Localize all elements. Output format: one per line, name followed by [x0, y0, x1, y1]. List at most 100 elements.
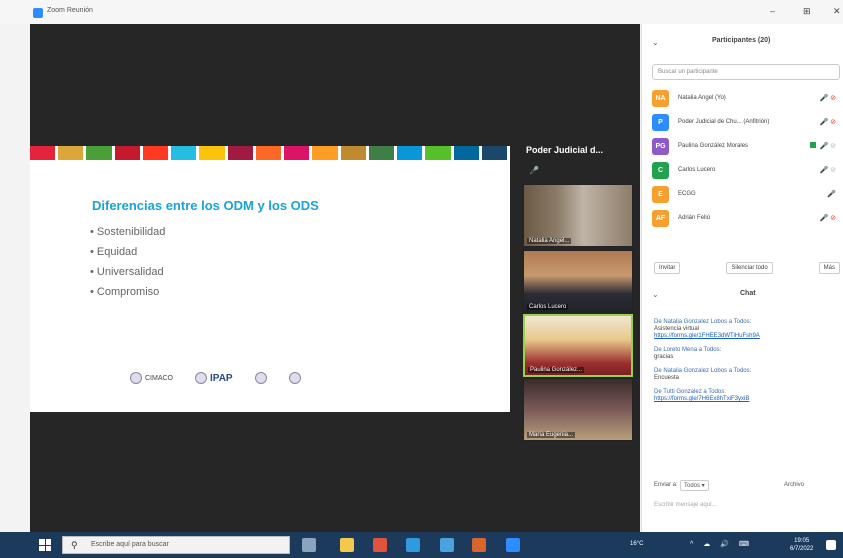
sdg-color-block	[171, 146, 197, 160]
task-view-icon[interactable]	[302, 538, 316, 552]
participant-row[interactable]: C Carlos Lucero 🎤 ⊘	[652, 160, 842, 184]
gallery-view-button[interactable]: ⊞	[803, 6, 811, 17]
message-text: gracias	[654, 354, 674, 360]
shared-screen-area: Diferencias entre los ODM y los ODS Sost…	[30, 24, 640, 532]
mic-muted-icon[interactable]: 🎤 ⊘	[819, 214, 836, 222]
participant-row[interactable]: AF Adrián Feliú 🎤 ⊘	[652, 208, 842, 232]
participant-row[interactable]: E ECGG 🎤	[652, 184, 842, 208]
chat-message: De Tutti Gonzalez a Todos: https://forms…	[654, 389, 834, 402]
mic-icon[interactable]: 🎤 ⊘	[810, 142, 836, 150]
sdg-color-block	[114, 146, 140, 160]
avatar: P	[652, 114, 669, 131]
zoom-window: Zoom Reunión – ⊞ ✕ Diferencias entre los…	[0, 0, 843, 558]
window-titlebar: Zoom Reunión – ⊞ ✕	[0, 0, 843, 24]
presentation-slide: Diferencias entre los ODM y los ODS Sost…	[30, 146, 510, 412]
collapse-chat-icon[interactable]: ⌄	[652, 290, 659, 299]
cimago-logo: CIMACO	[130, 372, 173, 384]
search-icon: ⚲	[71, 540, 78, 550]
message-text: Encuesta	[654, 375, 680, 381]
tile-label: Natalia Angel...	[527, 238, 572, 244]
minimize-button[interactable]: –	[770, 6, 775, 16]
sdg-color-strip	[30, 146, 510, 160]
system-tray-icons[interactable]: ^ ☁ 🔊 ⌨	[690, 540, 753, 548]
slide-bullet: Universalidad	[90, 262, 165, 282]
clock-time: 19:05	[794, 538, 810, 544]
participant-name: Paulina González Morales	[678, 143, 749, 149]
collapse-panel-icon[interactable]: ⌄	[652, 38, 659, 47]
participant-actions: Invitar Silenciar todo Más	[654, 262, 840, 274]
seal-icon	[254, 372, 267, 384]
mute-all-button[interactable]: Silenciar todo	[726, 262, 773, 274]
taskbar-search-input[interactable]: ⚲ Escribe aquí para buscar	[62, 536, 290, 554]
notification-icon[interactable]	[826, 540, 836, 550]
host-tile-name: Poder Judicial d...	[526, 145, 604, 155]
message-link[interactable]: https://forms.gle/1FHEE3dWTiHuFsh9A	[654, 333, 834, 339]
participant-name: Adrián Feliú	[678, 215, 711, 221]
org-logo	[254, 372, 267, 384]
side-panel: ⌄ Participantes (20) Buscar un participa…	[641, 24, 843, 532]
chrome-icon[interactable]	[373, 538, 387, 552]
mic-muted-icon[interactable]: 🎤 ⊘	[819, 94, 836, 102]
participant-video-tile[interactable]: Carlos Lucero	[523, 250, 633, 313]
edge-icon[interactable]	[406, 538, 420, 552]
participant-row[interactable]: PG Paulina González Morales 🎤 ⊘	[652, 136, 842, 160]
slide-bullet: Equidad	[90, 242, 165, 262]
message-link[interactable]: https://forms.gle/7H6Ex8hTxiF3yxiB	[654, 396, 834, 402]
participant-name: ECGG	[678, 191, 696, 197]
participant-video-tile[interactable]: Natalia Angel...	[523, 184, 633, 247]
tile-label: Paulina González...	[528, 367, 585, 373]
close-button[interactable]: ✕	[833, 6, 841, 17]
windows-taskbar: ⚲ Escribe aquí para buscar 16°C ^ ☁ 🔊 ⌨ …	[0, 532, 843, 558]
chat-message: De Natalia Gonzalez Lobos a Todos: Encue…	[654, 368, 834, 381]
send-to-label: Enviar a:	[654, 482, 678, 488]
avatar: PG	[652, 138, 669, 155]
sdg-color-block	[312, 146, 338, 160]
window-title: Zoom Reunión	[47, 7, 93, 14]
search-placeholder: Escribe aquí para buscar	[91, 541, 169, 548]
active-speaker-tile[interactable]: Paulina González...	[523, 314, 633, 377]
chat-message: De Loreto Mena a Todos: gracias	[654, 347, 834, 360]
tile-label: María Eugenia...	[527, 432, 576, 438]
zoom-taskbar-icon[interactable]	[506, 538, 520, 552]
participant-row[interactable]: NA Natalia Angel (Yo) 🎤 ⊘	[652, 88, 842, 112]
file-explorer-icon[interactable]	[340, 538, 354, 552]
participant-row[interactable]: P Poder Judicial de Chu... (Anfitrión) 🎤…	[652, 112, 842, 136]
participant-video-tile[interactable]: María Eugenia...	[523, 378, 633, 441]
file-button[interactable]: Archivo	[784, 482, 804, 488]
invite-button[interactable]: Invitar	[654, 262, 681, 274]
store-icon[interactable]	[440, 538, 454, 552]
sdg-color-block	[86, 146, 112, 160]
windows-start-icon[interactable]	[39, 539, 51, 551]
logo-text: CIMACO	[145, 374, 173, 382]
message-sender: De Tutti Gonzalez a Todos:	[654, 389, 726, 395]
avatar: E	[652, 186, 669, 203]
weather-widget[interactable]: 16°C	[630, 541, 643, 547]
clock-date: 6/7/2022	[790, 546, 814, 552]
mic-icon[interactable]: 🎤 ⊘	[819, 166, 836, 174]
slide-bullet: Compromiso	[90, 282, 165, 302]
more-button[interactable]: Más	[818, 262, 840, 274]
clock[interactable]: 19:05 6/7/2022	[790, 537, 813, 553]
sdg-color-block	[284, 146, 310, 160]
mic-muted-icon[interactable]: 🎤 ⊘	[819, 118, 836, 126]
slide-bullet-list: Sostenibilidad Equidad Universalidad Com…	[90, 222, 166, 302]
sdg-color-block	[368, 146, 395, 160]
sdg-color-block	[453, 146, 479, 160]
sdg-color-block	[227, 146, 253, 160]
participant-search-input[interactable]: Buscar un participante	[652, 64, 840, 80]
participants-title: Participantes (20)	[712, 37, 771, 44]
powerpoint-icon[interactable]	[472, 538, 486, 552]
mic-muted-icon[interactable]: 🎤	[827, 190, 836, 198]
mic-label: 🎤 ⊘	[819, 143, 836, 150]
chat-messages: De Natalia Gonzalez Lobos a Todos: Asist…	[654, 319, 834, 410]
video-on-icon	[810, 142, 817, 148]
avatar: NA	[652, 90, 669, 107]
message-text: Asistencia virtual	[654, 326, 700, 332]
avatar: AF	[652, 210, 669, 227]
chat-title: Chat	[740, 290, 756, 297]
muted-mic-icon: 🎤	[529, 166, 539, 175]
logo-text: IPAP	[210, 372, 233, 384]
send-to-dropdown[interactable]: Todos ▾	[680, 480, 709, 491]
chat-input[interactable]: Escribir mensaje aquí...	[654, 502, 834, 508]
sdg-color-block	[425, 146, 451, 160]
